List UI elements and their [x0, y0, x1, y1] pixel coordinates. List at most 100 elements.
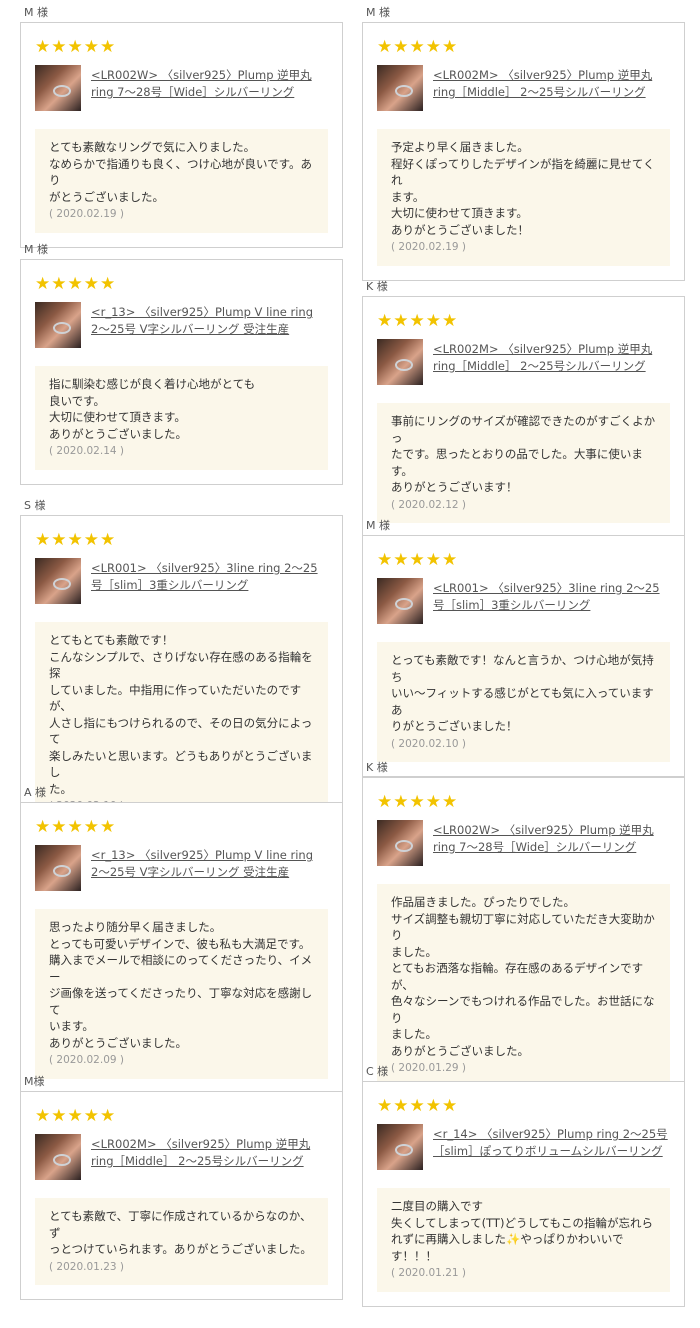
review-comment: とても素敵で、丁寧に作成されているからなのか、ず っとつけていられます。ありがと… — [35, 1198, 328, 1285]
product-link[interactable]: <LR002W> 〈silver925〉Plump 逆甲丸 ring 7〜28号… — [433, 820, 670, 856]
review-comment: 指に馴染む感じが良く着け心地がとても 良いです。 大切に使わせて頂きます。 あり… — [35, 366, 328, 470]
product-link[interactable]: <r_13> 〈silver925〉Plump V line ring 2〜25… — [91, 302, 328, 338]
review-comment: 予定より早く届きました。 程好くぽってりしたデザインが指を綺麗に見せてくれ ます… — [377, 129, 670, 266]
review-card: ★★★★★ <LR002M> 〈silver925〉Plump 逆甲丸 ring… — [362, 22, 685, 281]
comment-line: りがとうございました！ — [391, 719, 518, 733]
review-card: ★★★★★ <LR002M> 〈silver925〉Plump 逆甲丸 ring… — [20, 1091, 343, 1300]
comment-line: ます。 — [391, 189, 425, 204]
review-date: ( 2020.02.14 ) — [49, 445, 124, 457]
review-card: ★★★★★ <LR002W> 〈silver925〉Plump 逆甲丸 ring… — [362, 777, 685, 1102]
review-date: ( 2020.01.23 ) — [49, 1260, 124, 1273]
product-link[interactable]: <r_13> 〈silver925〉Plump V line ring 2〜25… — [91, 845, 328, 881]
review-date: ( 2020.02.19 ) — [49, 208, 124, 220]
review-item: K 様 ★★★★★ <LR002W> 〈silver925〉Plump 逆甲丸 … — [360, 761, 700, 1102]
product-thumbnail[interactable] — [377, 339, 423, 385]
product-thumbnail[interactable] — [377, 578, 423, 624]
product-row: <r_13> 〈silver925〉Plump V line ring 2〜25… — [35, 845, 328, 891]
comment-line: ました。 — [391, 1027, 437, 1041]
comment-line: いい〜フィットする感じがとても気に入っていますあ — [391, 686, 654, 717]
review-card: ★★★★★ <LR002W> 〈silver925〉Plump 逆甲丸 ring… — [20, 22, 343, 248]
product-row: <LR002M> 〈silver925〉Plump 逆甲丸 ring［Middl… — [35, 1134, 328, 1180]
comment-line: ました。 — [391, 944, 437, 959]
product-thumbnail[interactable] — [377, 820, 423, 866]
comment-line: なめらかで指通りも良く、つけ心地が良いです。あり — [49, 156, 313, 188]
review-comment: とっても素敵です！なんと言うか、つけ心地が気持ち いい〜フィットする感じがとても… — [377, 642, 670, 762]
review-item: M 様 ★★★★★ <LR002M> 〈silver925〉Plump 逆甲丸 … — [360, 6, 700, 281]
comment-line: とてもお洒落な指輪。存在感のあるデザインですが、 — [391, 961, 644, 992]
comment-line: 予定より早く届きました。 — [391, 140, 529, 154]
star-rating: ★★★★★ — [377, 37, 459, 57]
reviewer-name: K 様 — [366, 761, 388, 774]
reviewer-name: C 様 — [366, 1065, 389, 1078]
comment-line: れずに再購入しました✨やっぱりかわいいで — [391, 1232, 624, 1246]
star-rating: ★★★★★ — [35, 274, 117, 294]
star-rating: ★★★★★ — [35, 37, 117, 57]
review-card: ★★★★★ <r_14> 〈silver925〉Plump ring 2〜25号… — [362, 1081, 685, 1307]
reviewer-name: K 様 — [366, 280, 388, 293]
comment-line: 色々なシーンでもつけれる作品でした。お世話になり — [391, 994, 655, 1025]
product-row: <LR002M> 〈silver925〉Plump 逆甲丸 ring［Middl… — [377, 339, 670, 385]
product-thumbnail[interactable] — [377, 65, 423, 111]
product-thumbnail[interactable] — [35, 558, 81, 604]
star-rating: ★★★★★ — [35, 530, 117, 550]
reviewer-name: M 様 — [24, 6, 48, 19]
product-link[interactable]: <LR001> 〈silver925〉3line ring 2〜25号［slim… — [433, 578, 670, 614]
comment-line: 作品届きました。ぴったりでした。 — [391, 895, 575, 909]
reviewer-name: M 様 — [24, 243, 48, 256]
review-item: A 様 ★★★★★ <r_13> 〈silver925〉Plump V line… — [18, 786, 361, 1094]
comment-line: とっても可愛いデザインで、彼も私も大満足です。 — [49, 936, 311, 951]
product-thumbnail[interactable] — [35, 302, 81, 348]
product-link[interactable]: <LR002W> 〈silver925〉Plump 逆甲丸 ring 7〜28号… — [91, 65, 328, 101]
review-date: ( 2020.01.21 ) — [391, 1267, 466, 1279]
product-link[interactable]: <r_14> 〈silver925〉Plump ring 2〜25号［slim］… — [433, 1124, 670, 1160]
reviewer-name: M 様 — [366, 6, 390, 19]
review-item: K 様 ★★★★★ <LR002M> 〈silver925〉Plump 逆甲丸 … — [360, 280, 700, 538]
comment-line: ありがとうございました。 — [49, 426, 187, 441]
comment-line: 人さし指にもつけられるので、その日の気分によって — [49, 715, 313, 747]
product-link[interactable]: <LR002M> 〈silver925〉Plump 逆甲丸 ring［Middl… — [433, 339, 670, 375]
comment-line: います。 — [49, 1019, 94, 1033]
review-comment: 二度目の購入です 失くしてしまって(TT)どうしてもこの指輪が忘れら れずに再購… — [377, 1188, 670, 1292]
review-item: M 様 ★★★★★ <LR002W> 〈silver925〉Plump 逆甲丸 … — [18, 6, 361, 248]
star-rating: ★★★★★ — [377, 1096, 459, 1116]
reviewer-name: M様 — [24, 1075, 45, 1088]
review-card: ★★★★★ <LR002M> 〈silver925〉Plump 逆甲丸 ring… — [362, 296, 685, 538]
review-card: ★★★★★ <LR001> 〈silver925〉3line ring 2〜25… — [362, 535, 685, 777]
comment-line: 程好くぽってりしたデザインが指を綺麗に見せてくれ — [391, 156, 655, 188]
comment-line: たです。思ったとおりの品でした。大事に使います。 — [391, 447, 643, 478]
review-item: M 様 ★★★★★ <LR001> 〈silver925〉3line ring … — [360, 519, 700, 777]
star-rating: ★★★★★ — [377, 311, 459, 331]
comment-line: 大切に使わせて頂きます。 — [49, 410, 186, 424]
product-link[interactable]: <LR002M> 〈silver925〉Plump 逆甲丸 ring［Middl… — [91, 1134, 328, 1170]
review-comment: 作品届きました。ぴったりでした。 サイズ調整も親切丁寧に対応していただき大変助か… — [377, 884, 670, 1087]
comment-line: がとうございました。 — [49, 189, 164, 204]
comment-line: す！！！ — [391, 1248, 437, 1263]
review-item: M様 ★★★★★ <LR002M> 〈silver925〉Plump 逆甲丸 r… — [18, 1075, 361, 1300]
product-row: <r_13> 〈silver925〉Plump V line ring 2〜25… — [35, 302, 328, 348]
product-thumbnail[interactable] — [35, 65, 81, 111]
review-date: ( 2020.02.10 ) — [391, 737, 466, 750]
product-row: <LR001> 〈silver925〉3line ring 2〜25号［slim… — [377, 578, 670, 624]
product-thumbnail[interactable] — [35, 845, 81, 891]
comment-line: ありがとうございます！ — [391, 480, 518, 494]
product-link[interactable]: <LR001> 〈silver925〉3line ring 2〜25号［slim… — [91, 558, 328, 594]
review-card: ★★★★★ <r_13> 〈silver925〉Plump V line rin… — [20, 259, 343, 485]
review-comment: とても素敵なリングで気に入りました。 なめらかで指通りも良く、つけ心地が良いです… — [35, 129, 328, 233]
comment-line: 思ったより随分早く届きました。 — [49, 920, 222, 934]
reviewer-name: A 様 — [24, 786, 47, 799]
comment-line: サイズ調整も親切丁寧に対応していただき大変助かり — [391, 911, 655, 943]
reviewer-name: S 様 — [24, 499, 46, 512]
review-item: M 様 ★★★★★ <r_13> 〈silver925〉Plump V line… — [18, 243, 361, 485]
product-row: <LR001> 〈silver925〉3line ring 2〜25号［slim… — [35, 558, 328, 604]
star-rating: ★★★★★ — [377, 792, 459, 812]
product-thumbnail[interactable] — [35, 1134, 81, 1180]
product-row: <LR002W> 〈silver925〉Plump 逆甲丸 ring 7〜28号… — [35, 65, 328, 111]
comment-line: っとつけていられます。ありがとうございました。 — [49, 1242, 312, 1256]
comment-line: 二度目の購入です — [391, 1199, 483, 1213]
product-link[interactable]: <LR002M> 〈silver925〉Plump 逆甲丸 ring［Middl… — [433, 65, 670, 101]
product-thumbnail[interactable] — [377, 1124, 423, 1170]
comment-line: 楽しみたいと思います。どうもありがとうございまし — [49, 748, 313, 780]
comment-line: 事前にリングのサイズが確認できたのがすごくよかっ — [391, 414, 656, 445]
comment-line: ありがとうございました。 — [49, 1035, 187, 1050]
comment-line: 失くしてしまって(TT)どうしてもこの指輪が忘れら — [391, 1215, 654, 1230]
